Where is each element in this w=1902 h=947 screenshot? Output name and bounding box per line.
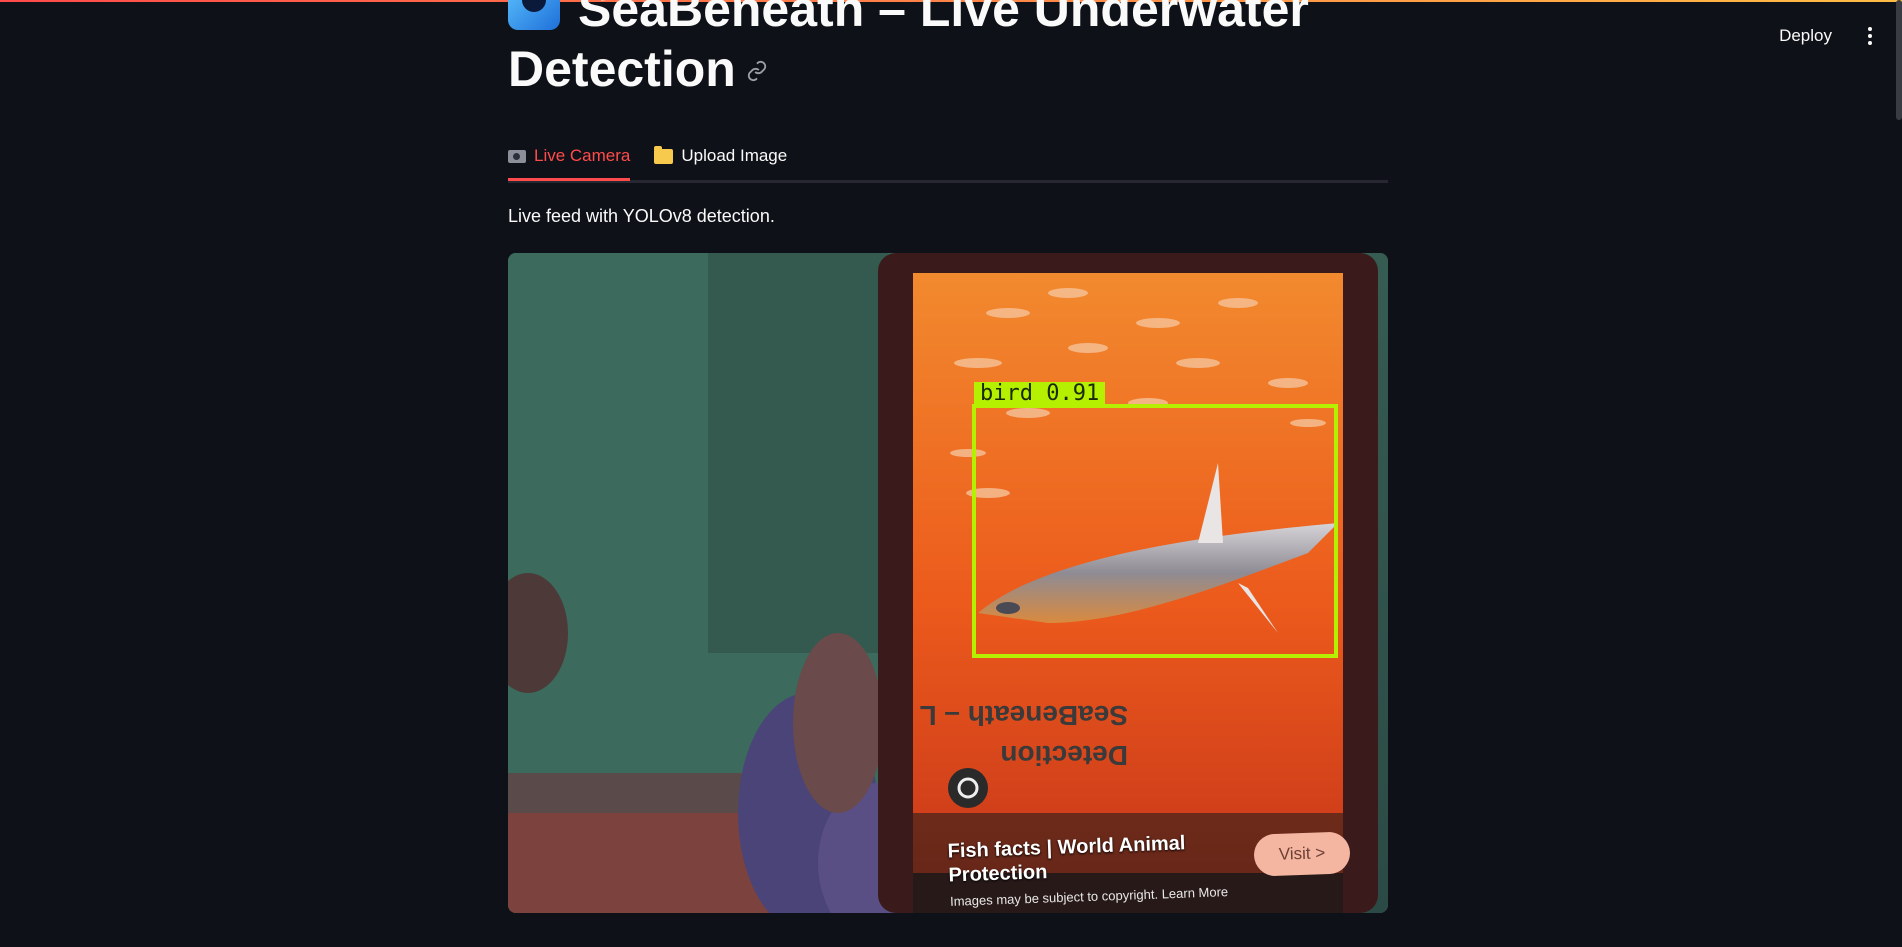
tab-label: Live Camera bbox=[534, 146, 631, 165]
more-vertical-icon[interactable] bbox=[1856, 20, 1884, 52]
tab-label: Upload Image bbox=[681, 146, 788, 165]
app-header: Deploy bbox=[1765, 0, 1902, 72]
detection-label: bird 0.91 bbox=[974, 382, 1106, 406]
tab-bar: Live Camera Upload Image bbox=[508, 136, 1388, 183]
tab-live-camera[interactable]: Live Camera bbox=[508, 136, 631, 181]
page-scrollbar[interactable] bbox=[1896, 0, 1902, 120]
folder-icon bbox=[654, 145, 674, 164]
feed-caption: Live feed with YOLOv8 detection. bbox=[508, 206, 775, 226]
tab-upload-image[interactable]: Upload Image bbox=[654, 136, 787, 178]
phone-visit-button: Visit > bbox=[1253, 831, 1351, 877]
camera-icon bbox=[508, 149, 526, 163]
svg-text:Detection: Detection bbox=[1000, 740, 1128, 771]
page-title: SeaBeneath – Live Underwater Detection bbox=[508, 0, 1388, 99]
svg-text:SeaBeneath – L: SeaBeneath – L bbox=[919, 700, 1128, 731]
deploy-button[interactable]: Deploy bbox=[1765, 18, 1846, 54]
camera-frame-image: SeaBeneath – L Detection bbox=[508, 253, 1388, 913]
link-icon[interactable] bbox=[746, 60, 768, 82]
page-title-text: SeaBeneath – Live Underwater Detection bbox=[508, 0, 1309, 97]
phone-result-title: Fish facts | World Animal Protection bbox=[947, 832, 1186, 887]
live-camera-feed: SeaBeneath – L Detection bird 0.91 Fish … bbox=[508, 253, 1388, 913]
water-wave-icon bbox=[508, 0, 560, 30]
